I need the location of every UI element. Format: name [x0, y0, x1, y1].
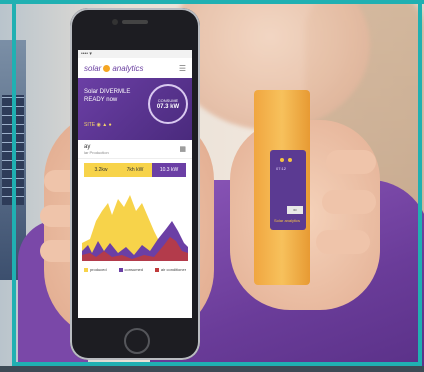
device-brand: Solar analytics	[274, 218, 301, 223]
finger	[316, 230, 370, 254]
led-indicator	[280, 158, 284, 162]
day-title: ay	[84, 143, 91, 150]
hero-icons: SITE ◉ ▲ ●	[84, 122, 112, 128]
hero-text: Solar DIVERMLE READY now	[84, 88, 144, 104]
calendar-icon[interactable]: ▦	[179, 145, 186, 153]
pill-produced-1: 3.2kw	[84, 163, 118, 177]
consumption-gauge: CONSUME 07.3 kW	[148, 84, 188, 124]
hero-line-1: Solar DIVERMLE	[84, 89, 131, 95]
brand-right: analytics	[112, 63, 144, 73]
frame-border-left	[12, 0, 16, 366]
phone-screen: •••• ▾ solar analytics ☰ Solar DIVERMLE …	[78, 50, 192, 318]
speaker-grille	[122, 20, 148, 24]
frame-border-top	[0, 0, 424, 4]
status-bar: •••• ▾	[78, 50, 192, 58]
day-subtitle: lar Production	[84, 149, 109, 155]
hero-line-2: READY now	[84, 97, 118, 103]
device-sticker: ID	[287, 206, 303, 214]
home-button[interactable]	[124, 328, 150, 354]
legend-consumed: consumed	[118, 267, 143, 272]
energy-chart	[82, 181, 188, 261]
legend-aircon: air conditioner	[154, 267, 186, 272]
photo-background: •••• ▾ solar analytics ☰ Solar DIVERMLE …	[0, 0, 424, 372]
frame-border-right	[418, 0, 422, 366]
chart-legend: produced consumed air conditioner	[78, 267, 192, 272]
camera-icon	[112, 19, 118, 25]
app-header: solar analytics ☰	[78, 58, 192, 78]
menu-icon[interactable]: ☰	[179, 64, 186, 73]
device-leds	[280, 158, 292, 162]
energy-chart-svg	[82, 195, 188, 261]
bottom-strip	[0, 366, 424, 372]
hero-panel: Solar DIVERMLE READY now CONSUME 07.3 kW…	[78, 78, 192, 140]
sun-logo-icon	[103, 64, 111, 72]
smartphone: •••• ▾ solar analytics ☰ Solar DIVERMLE …	[70, 8, 200, 360]
pill-produced-2: 7kh kW	[118, 163, 152, 177]
gauge-value: 07.3 kW	[156, 104, 180, 110]
led-indicator	[288, 158, 292, 162]
legend-produced: produced	[83, 267, 107, 272]
finger	[322, 190, 376, 214]
day-header: ay lar Production ▦	[78, 140, 192, 159]
device-readout: 07:12	[276, 166, 287, 171]
finger	[326, 150, 376, 174]
pill-consumed: 10.3 kW	[152, 163, 186, 177]
brand-left: solar	[84, 63, 102, 73]
summary-pills: 3.2kw 7kh kW 10.3 kW	[84, 163, 186, 177]
